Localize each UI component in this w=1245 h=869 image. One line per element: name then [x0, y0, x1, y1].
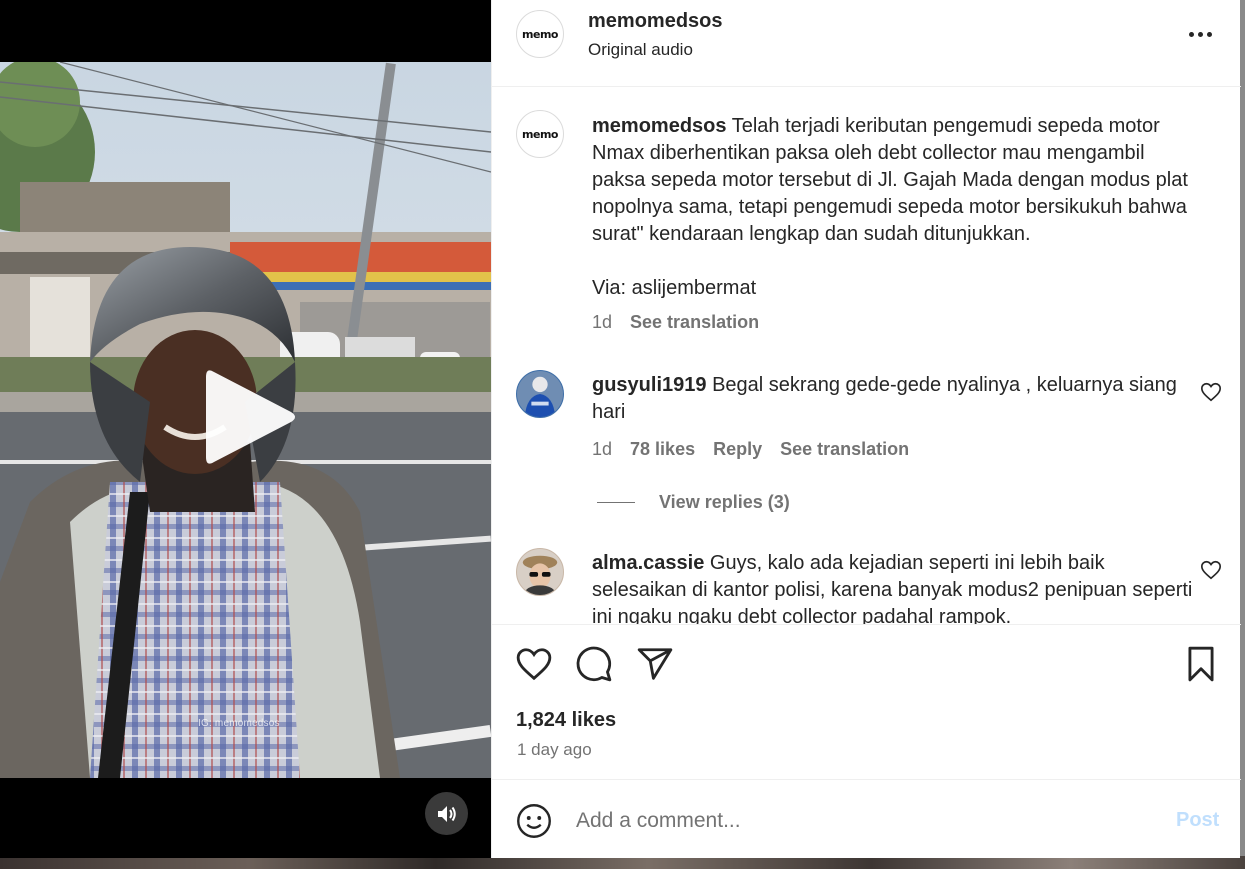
caption-time[interactable]: 1d	[592, 312, 612, 333]
more-options-button[interactable]	[1180, 22, 1220, 46]
video-panel[interactable]: IG: memomedsos	[0, 0, 491, 858]
caption-meta: 1d See translation	[592, 312, 759, 333]
heart-icon[interactable]	[515, 645, 553, 683]
audio-link[interactable]: Original audio	[588, 40, 693, 60]
comment-username[interactable]: alma.cassie	[592, 552, 704, 574]
play-icon	[206, 370, 295, 464]
comment-meta: 1d 78 likes Reply See translation	[592, 439, 909, 460]
post-header: memo memomedsos Original audio	[492, 0, 1241, 87]
author-username[interactable]: memomedsos	[588, 10, 723, 33]
commenter-avatar[interactable]	[516, 548, 564, 596]
comment-likes[interactable]: 78 likes	[630, 439, 695, 460]
post-timestamp[interactable]: 1 day ago	[517, 740, 592, 760]
speaker-icon	[437, 805, 456, 822]
replies-divider	[597, 502, 635, 503]
more-dot-icon	[1197, 31, 1203, 37]
like-comment-heart-icon[interactable]	[1200, 381, 1222, 403]
more-dot-icon	[1206, 31, 1212, 37]
avatar-logo-text: memo	[522, 27, 558, 41]
likes-count[interactable]: 1,824 likes	[516, 709, 616, 732]
post-actions: 1,824 likes 1 day ago	[492, 624, 1241, 780]
video-watermark: IG: memomedsos	[198, 718, 280, 729]
view-replies-button[interactable]: View replies (3)	[597, 492, 790, 513]
comment: gusyuli1919 Begal sekrang gede-gede nyal…	[592, 372, 1197, 426]
mute-toggle-button[interactable]	[425, 792, 468, 835]
share-icon[interactable]	[636, 645, 674, 683]
caption-via: Via: aslijembermat	[592, 277, 757, 299]
post-comment-button[interactable]: Post	[1176, 809, 1219, 832]
add-comment-bar: Post	[492, 781, 1241, 858]
more-dot-icon	[1188, 31, 1194, 37]
comment-icon[interactable]	[575, 645, 613, 683]
user-photo-icon	[517, 549, 563, 595]
comment: alma.cassie Guys, kalo ada kejadian sepe…	[592, 550, 1197, 624]
view-replies-label: View replies (3)	[659, 492, 790, 512]
caption-username[interactable]: memomedsos	[592, 115, 727, 137]
avatar-logo-text: memo	[522, 127, 558, 141]
commenter-avatar[interactable]	[516, 370, 564, 418]
post-side-panel: memo memomedsos Original audio memo memo…	[491, 0, 1241, 858]
emoji-icon[interactable]	[516, 803, 552, 839]
comment-input[interactable]	[576, 805, 1136, 837]
comment-see-translation[interactable]: See translation	[780, 439, 909, 460]
author-avatar[interactable]: memo	[516, 10, 564, 58]
caption-see-translation[interactable]: See translation	[630, 312, 759, 333]
comment-username[interactable]: gusyuli1919	[592, 374, 707, 396]
instagram-post-modal: IG: memomedsos memo memomedsos Original …	[0, 0, 1245, 869]
user-photo-icon	[517, 371, 563, 417]
play-button[interactable]	[196, 362, 306, 472]
caption: memomedsos Telah terjadi keributan penge…	[592, 113, 1197, 248]
bookmark-icon[interactable]	[1182, 645, 1220, 683]
like-comment-heart-icon[interactable]	[1200, 559, 1222, 581]
reply-button[interactable]: Reply	[713, 439, 762, 460]
comments-list[interactable]: memo memomedsos Telah terjadi keributan …	[492, 88, 1241, 624]
comment-time[interactable]: 1d	[592, 439, 612, 460]
caption-avatar[interactable]: memo	[516, 110, 564, 158]
